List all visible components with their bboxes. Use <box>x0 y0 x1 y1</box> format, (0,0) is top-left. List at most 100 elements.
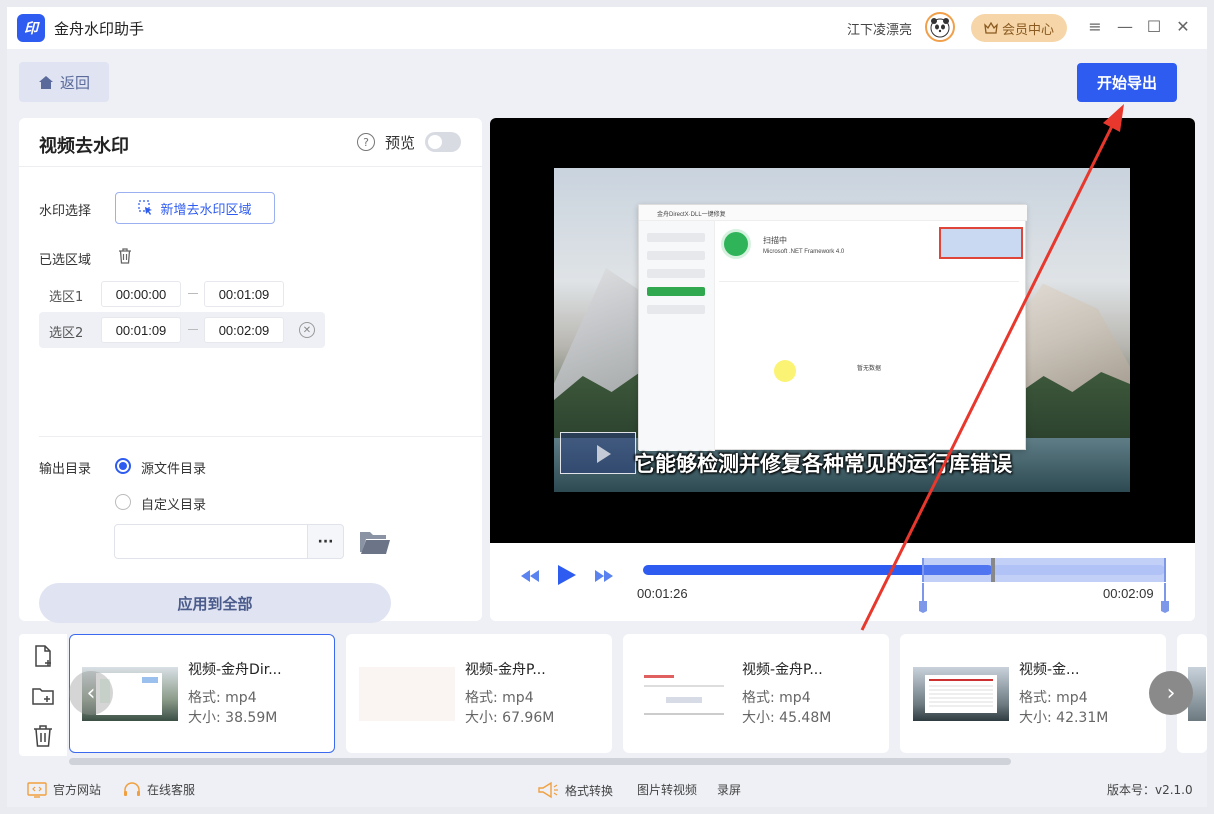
recorded-app-empty: 暂无数据 <box>857 366 882 372</box>
online-support-link[interactable]: 在线客服 <box>123 781 195 798</box>
file-card[interactable]: 视频-金... 格式: mp4 大小: 42.31M <box>900 634 1166 753</box>
scroll-right-icon[interactable]: › <box>1149 671 1193 715</box>
region-start-time[interactable]: 00:01:09 <box>101 317 181 343</box>
range-start-handle[interactable] <box>918 583 928 613</box>
region-row[interactable]: 选区2 00:01:09 00:02:09 ✕ <box>39 312 325 348</box>
end-time: 00:02:09 <box>1103 586 1154 601</box>
video-frame[interactable]: 金舟DirectX·DLL一键修复 扫描中 Microsoft .NET Fra… <box>554 168 1130 492</box>
footer: 官方网站 在线客服 格式转换 图片转视频 录屏 版本号：v2.1.0 <box>7 771 1207 807</box>
region-end-time[interactable]: 00:02:09 <box>204 317 284 343</box>
time-separator <box>188 329 198 330</box>
back-button[interactable]: 返回 <box>19 62 109 102</box>
format-convert-link[interactable]: 格式转换 <box>537 781 613 799</box>
video-canvas[interactable]: 金舟DirectX·DLL一键修复 扫描中 Microsoft .NET Fra… <box>490 118 1195 543</box>
scroll-left-icon[interactable]: ‹ <box>69 671 113 715</box>
remove-region-icon[interactable]: ✕ <box>299 322 315 338</box>
region-start-time[interactable]: 00:00:00 <box>101 281 181 307</box>
selected-range[interactable] <box>922 558 1166 582</box>
output-path-input[interactable] <box>114 524 308 559</box>
recorded-app-divider <box>719 281 1019 282</box>
video-subtitle: 它能够检测并修复各种常见的运行库错误 <box>634 452 1012 476</box>
file-thumbnail <box>913 667 1009 721</box>
avatar[interactable] <box>925 12 955 42</box>
file-name: 视频-金舟P... <box>742 662 823 678</box>
file-card[interactable]: 视频-金舟P... 格式: mp4 大小: 45.48M <box>623 634 889 753</box>
radio-custom-dir[interactable] <box>115 494 131 510</box>
playhead[interactable] <box>991 558 995 582</box>
crown-icon <box>984 22 998 34</box>
start-export-button[interactable]: 开始导出 <box>1077 63 1177 102</box>
region-end-time[interactable]: 00:01:09 <box>204 281 284 307</box>
online-support-label: 在线客服 <box>147 783 196 797</box>
megaphone-icon <box>538 781 558 799</box>
region-row[interactable]: 选区1 00:00:00 00:01:09 <box>39 276 325 312</box>
watermark-select-label: 水印选择 <box>39 204 92 219</box>
playback-controls: 00:01:26 00:02:09 <box>490 543 1195 621</box>
fast-forward-icon[interactable] <box>594 569 614 583</box>
official-website-link[interactable]: 官方网站 <box>27 781 101 798</box>
recorded-app-logo <box>721 229 751 259</box>
close-icon[interactable]: ✕ <box>1173 17 1193 37</box>
file-thumbnail <box>636 667 732 721</box>
recorded-sidebar-item <box>647 287 705 296</box>
recorded-sidebar-item <box>647 269 705 278</box>
preview-toggle[interactable] <box>425 132 461 152</box>
vip-center-label: 会员中心 <box>1001 22 1054 38</box>
selected-regions-label: 已选区域 <box>39 253 92 268</box>
website-icon <box>27 781 47 798</box>
maximize-icon[interactable]: ☐ <box>1144 17 1164 37</box>
play-icon[interactable] <box>558 565 576 585</box>
app-logo: 印 <box>17 14 45 42</box>
browse-more-button[interactable]: ··· <box>308 524 344 559</box>
add-folder-icon[interactable] <box>31 684 55 708</box>
recorded-app-status: 扫描中 <box>763 236 787 245</box>
add-watermark-region-button[interactable]: 新增去水印区域 <box>115 192 275 224</box>
format-convert-label: 格式转换 <box>565 783 614 798</box>
file-format: 格式: mp4 <box>1019 690 1088 706</box>
app-title: 金舟水印助手 <box>54 20 145 38</box>
screen-record-link[interactable]: 录屏 <box>717 781 741 798</box>
panel-title: 视频去水印 <box>39 136 129 157</box>
file-size: 大小: 38.59M <box>188 710 278 726</box>
recorded-sidebar-item <box>647 233 705 242</box>
add-region-label: 新增去水印区域 <box>160 202 252 218</box>
vip-center-button[interactable]: 会员中心 <box>971 14 1067 42</box>
output-dir-label: 输出目录 <box>39 462 92 477</box>
help-icon[interactable]: ? <box>357 133 375 151</box>
horizontal-scrollbar[interactable] <box>69 758 1011 765</box>
app-window: 印 金舟水印助手 江下凌漂亮 会员中心 ≡ — ☐ ✕ 返回 开始导出 视频去水… <box>7 7 1207 807</box>
headset-icon <box>124 781 140 796</box>
file-format: 格式: mp4 <box>465 690 534 706</box>
image-to-video-link[interactable]: 图片转视频 <box>637 781 697 798</box>
range-end-handle[interactable] <box>1160 583 1170 613</box>
file-thumbnail <box>359 667 455 721</box>
apply-to-all-button[interactable]: 应用到全部 <box>39 583 391 623</box>
settings-panel: 视频去水印 ? 预览 水印选择 新增去水印区域 已选区域 选区1 00:00:0… <box>19 118 482 623</box>
official-website-label: 官方网站 <box>53 783 102 797</box>
file-format: 格式: mp4 <box>742 690 811 706</box>
watermark-highlight-box[interactable] <box>939 227 1023 259</box>
file-size: 大小: 45.48M <box>742 710 832 726</box>
recorded-app-titlebar: 金舟DirectX·DLL一键修复 <box>639 205 1027 221</box>
select-region-icon <box>138 200 153 215</box>
video-preview-panel: 金舟DirectX·DLL一键修复 扫描中 Microsoft .NET Fra… <box>490 118 1195 621</box>
delete-all-regions-icon[interactable] <box>118 248 132 264</box>
divider <box>39 436 482 437</box>
folder-icon[interactable] <box>359 528 391 556</box>
watermark-region-box[interactable] <box>560 432 636 474</box>
add-file-icon[interactable] <box>31 644 55 668</box>
back-label: 返回 <box>59 73 90 92</box>
menu-icon[interactable]: ≡ <box>1085 17 1105 37</box>
delete-file-icon[interactable] <box>31 724 55 748</box>
custom-dir-label: 自定义目录 <box>141 498 207 513</box>
recorded-app-window: 金舟DirectX·DLL一键修复 扫描中 Microsoft .NET Fra… <box>638 204 1027 451</box>
username[interactable]: 江下凌漂亮 <box>847 19 912 38</box>
minimize-icon[interactable]: — <box>1115 17 1135 37</box>
recorded-sidebar-item <box>647 251 705 260</box>
title-bar: 印 金舟水印助手 江下凌漂亮 会员中心 ≡ — ☐ ✕ <box>7 7 1207 49</box>
file-format: 格式: mp4 <box>188 690 257 706</box>
radio-source-dir[interactable] <box>115 458 131 474</box>
rewind-icon[interactable] <box>520 569 540 583</box>
preview-label: 预览 <box>385 134 416 152</box>
file-card[interactable]: 视频-金舟P... 格式: mp4 大小: 67.96M <box>346 634 612 753</box>
